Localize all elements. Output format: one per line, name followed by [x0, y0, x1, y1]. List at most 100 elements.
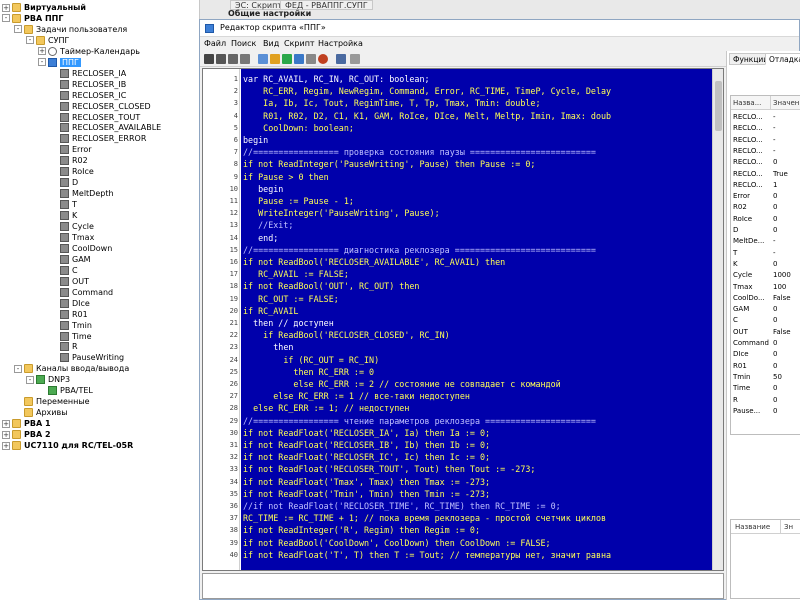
window-titlebar[interactable]: Редактор скрипта «ППГ» — [200, 20, 799, 37]
code-line[interactable]: else RC_ERR := 2 // состояние не совпада… — [243, 378, 560, 390]
code-line[interactable]: RC_OUT := FALSE; — [243, 293, 339, 305]
code-line[interactable]: if not ReadInteger('PauseWriting', Pause… — [243, 158, 535, 170]
code-line[interactable]: var RC_AVAIL, RC_IN, RC_OUT: boolean; — [243, 73, 430, 85]
tree-item[interactable]: C — [50, 265, 78, 276]
code-line[interactable]: Ia, Ib, Ic, Tout, RegimTime, T, Tp, Tmax… — [243, 97, 540, 109]
code-line[interactable]: if not ReadFloat('Tmax', Tmax) then Tmax… — [243, 476, 490, 488]
tree-item[interactable]: Tmax — [50, 232, 94, 243]
tree-item[interactable]: - ППГ — [38, 57, 81, 68]
tree-item[interactable]: + Таймер-Календарь — [38, 46, 140, 57]
expand-icon[interactable]: + — [2, 3, 10, 12]
collapse-icon[interactable]: - — [26, 375, 34, 384]
collapse-icon[interactable]: - — [26, 36, 34, 45]
code-line[interactable]: RC_ERR, Regim, NewRegim, Command, Error,… — [243, 85, 611, 97]
save-icon[interactable] — [336, 54, 346, 64]
tree-item[interactable]: RoIce — [50, 166, 94, 177]
tree-item[interactable]: Time — [50, 331, 92, 342]
code-line[interactable]: if not ReadBool('RECLOSER_AVAILABLE', RC… — [243, 256, 505, 268]
options-icon[interactable] — [350, 54, 360, 64]
step-over-icon[interactable] — [294, 54, 304, 64]
replace-icon[interactable] — [240, 54, 250, 64]
tree-item[interactable]: D — [50, 177, 78, 188]
output-panel[interactable] — [202, 573, 724, 599]
tree-item[interactable]: T — [50, 199, 77, 210]
code-line[interactable]: if not ReadFloat('RECLOSER_IC', Ic) then… — [243, 451, 490, 463]
run-icon[interactable] — [282, 54, 292, 64]
menu-file[interactable]: Файл — [204, 39, 226, 48]
code-line[interactable]: //if not ReadFloat('RECLOSER_TIME', RC_T… — [243, 500, 561, 512]
tree-item[interactable]: K — [50, 210, 77, 221]
code-line[interactable]: if RC_AVAIL — [243, 305, 298, 317]
breakpoint-icon[interactable] — [318, 54, 328, 64]
tree-item[interactable]: Error — [50, 144, 92, 155]
watch-col-value[interactable]: Зн — [781, 520, 800, 534]
code-line[interactable]: if not ReadFloat('RECLOSER_IA', Ia) then… — [243, 427, 490, 439]
tree-item[interactable]: + РВА 2 — [2, 429, 51, 440]
tree-item[interactable]: + Виртуальный — [2, 2, 86, 13]
tree-item[interactable]: RECLOSER_IB — [50, 79, 126, 90]
collapse-icon[interactable]: - — [2, 14, 10, 23]
code-line[interactable]: begin — [243, 183, 283, 195]
tree-item[interactable]: Cycle — [50, 221, 94, 232]
menu-script[interactable]: Скрипт — [284, 39, 315, 48]
tree-item[interactable]: + РВА 1 — [2, 418, 51, 429]
stop-icon[interactable] — [306, 54, 316, 64]
code-line[interactable]: end; — [243, 232, 278, 244]
code-line[interactable]: if not ReadBool('OUT', RC_OUT) then — [243, 280, 419, 292]
tree-item[interactable]: GAM — [50, 254, 91, 265]
expand-icon[interactable]: + — [2, 430, 10, 439]
col-header-value[interactable]: Значение — [771, 96, 800, 110]
project-tree[interactable]: + Виртуальный - РВА ППГ - Задачи пользователя… — [0, 0, 200, 600]
code-line[interactable]: //================= чтение параметров ре… — [243, 415, 596, 427]
tree-item[interactable]: PauseWriting — [50, 352, 124, 363]
collapse-icon[interactable]: - — [14, 25, 22, 34]
tree-item[interactable]: Command — [50, 287, 113, 298]
code-line[interactable]: else RC_ERR := 1 // все-таки недоступен — [243, 390, 470, 402]
code-line[interactable]: if not ReadBool('CoolDown', CoolDown) th… — [243, 537, 551, 549]
code-line[interactable]: if not ReadFloat('RECLOSER_TOUT', Tout) … — [243, 463, 535, 475]
tree-item[interactable]: OUT — [50, 276, 89, 287]
code-line[interactable]: RC_TIME := RC_TIME + 1; // пока время ре… — [243, 512, 606, 524]
variables-table[interactable]: Назва... Значение RECLO... - RECLO... - RECL… — [730, 95, 800, 435]
code-editor[interactable]: 1 2 3 4 5 6 7 8 9 10 11 12 13 14 15 16 17 18 19 20 21 22 23 24 2… — [202, 68, 724, 571]
tree-item[interactable]: - Задачи пользователя — [14, 24, 127, 35]
code-line[interactable]: else RC_ERR := 1; // недоступен — [243, 402, 409, 414]
find-icon[interactable] — [204, 54, 214, 64]
editor-vertical-scrollbar[interactable] — [712, 69, 723, 570]
tree-item[interactable]: R — [50, 341, 78, 352]
code-line[interactable]: if ReadBool('RECLOSER_CLOSED', RC_IN) — [243, 329, 450, 341]
tree-item[interactable]: CoolDown — [50, 243, 112, 254]
code-line[interactable]: Pause := Pause - 1; — [243, 195, 354, 207]
tree-item[interactable]: Архивы — [14, 407, 68, 418]
code-line[interactable]: then // доступен — [243, 317, 334, 329]
find-next-icon[interactable] — [216, 54, 226, 64]
code-line[interactable]: if not ReadInteger('R', Regim) then Regi… — [243, 524, 480, 536]
watch-col-name[interactable]: Название — [731, 520, 781, 534]
code-line[interactable]: if (RC_OUT = RC_IN) — [243, 354, 379, 366]
expand-icon[interactable]: + — [38, 47, 46, 56]
compile-icon[interactable] — [258, 54, 268, 64]
tree-item[interactable]: - РВА ППГ — [2, 13, 63, 24]
expand-icon[interactable]: + — [2, 441, 10, 450]
tree-item[interactable]: Tmin — [50, 320, 92, 331]
menu-view[interactable]: Вид — [263, 39, 279, 48]
tree-item[interactable]: Переменные — [14, 396, 90, 407]
code-line[interactable]: begin — [243, 134, 268, 146]
code-line[interactable]: R01, R02, D2, C1, K1, GAM, RoIce, DIce, … — [243, 110, 611, 122]
tree-item[interactable]: R02 — [50, 155, 88, 166]
code-line[interactable]: if Pause > 0 then — [243, 171, 329, 183]
scrollbar-thumb[interactable] — [715, 81, 722, 131]
code-line[interactable]: RC_AVAIL := FALSE; — [243, 268, 349, 280]
tree-item[interactable]: RECLOSER_ERROR — [50, 133, 146, 144]
tree-item[interactable]: - Каналы ввода/вывода — [14, 363, 129, 374]
tree-item[interactable]: - СУПГ — [26, 35, 69, 46]
code-line[interactable]: if not ReadFloat('T', T) then T := Tout;… — [243, 549, 611, 561]
tree-item[interactable]: MeltDepth — [50, 188, 114, 199]
code-line[interactable]: if not ReadFloat('Tmin', Tmin) then Tmin… — [243, 488, 490, 500]
watch-table[interactable]: Название Зн — [730, 519, 800, 599]
tree-item[interactable]: RECLOSER_IC — [50, 90, 126, 101]
tree-item[interactable]: - DNP3 — [26, 374, 70, 385]
tree-item[interactable]: R01 — [50, 309, 88, 320]
tab-debug[interactable]: Отладка — [765, 53, 800, 65]
code-line[interactable]: CoolDown: boolean; — [243, 122, 354, 134]
